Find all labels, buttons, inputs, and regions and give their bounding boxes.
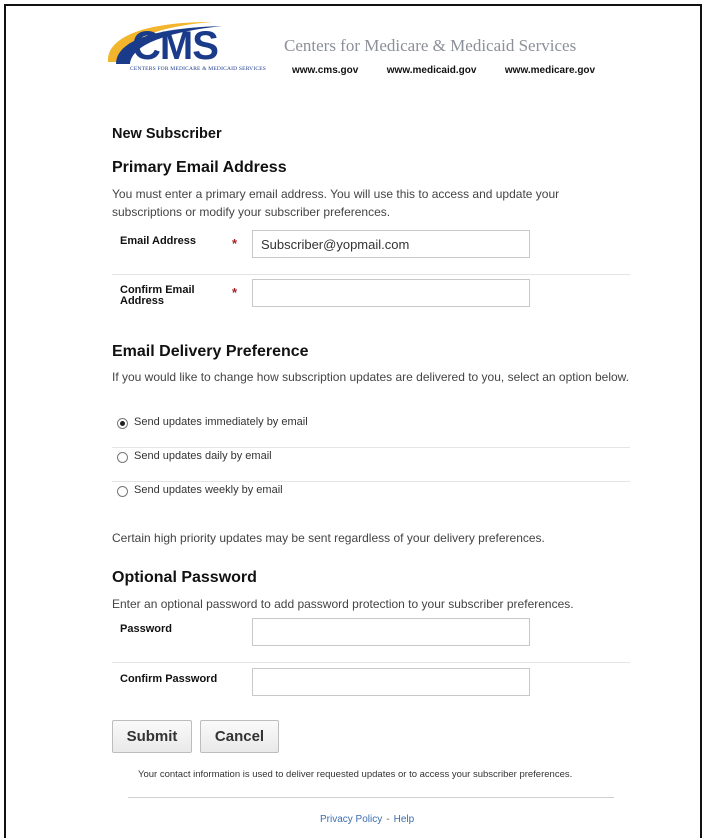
- confirm-email-row: Confirm Email Address *: [112, 279, 630, 323]
- required-marker: *: [232, 236, 238, 251]
- radio-label: Send updates weekly by email: [134, 484, 283, 496]
- email-row: Email Address *: [112, 230, 630, 275]
- link-cms-gov[interactable]: www.cms.gov: [292, 65, 358, 76]
- password-description: Enter an optional password to add passwo…: [112, 597, 574, 611]
- radio-button[interactable]: [117, 486, 128, 497]
- primary-email-heading: Primary Email Address: [112, 159, 287, 176]
- site-header: CMS CENTERS FOR MEDICARE & MEDICAID SERV…: [102, 18, 622, 98]
- cms-logo[interactable]: CMS CENTERS FOR MEDICARE & MEDICAID SERV…: [102, 18, 278, 74]
- confirm-password-label: Confirm Password: [120, 673, 218, 685]
- confirm-email-label: Confirm Email Address: [120, 284, 195, 307]
- radio-option-immediately[interactable]: Send updates immediately by email: [112, 415, 630, 448]
- footer-links: Privacy Policy - Help: [320, 814, 414, 825]
- password-heading: Optional Password: [112, 569, 257, 586]
- radio-label: Send updates immediately by email: [134, 416, 308, 428]
- header-links: www.cms.gov www.medicaid.gov www.medicar…: [292, 60, 619, 78]
- primary-email-description: You must enter a primary email address. …: [112, 187, 560, 219]
- radio-button[interactable]: [117, 452, 128, 463]
- logo-wordmark: CMS: [132, 24, 219, 68]
- required-marker: *: [232, 285, 238, 300]
- password-label: Password: [120, 623, 172, 635]
- password-field[interactable]: [252, 618, 530, 646]
- delivery-note: Certain high priority updates may be sen…: [112, 531, 545, 545]
- radio-option-weekly[interactable]: Send updates weekly by email: [112, 483, 630, 515]
- delivery-description: If you would like to change how subscrip…: [112, 370, 629, 384]
- footer-note: Your contact information is used to deli…: [138, 769, 573, 780]
- help-link[interactable]: Help: [394, 814, 415, 825]
- radio-button[interactable]: [117, 418, 128, 429]
- footer-separator: -: [386, 814, 390, 825]
- submit-button[interactable]: Submit: [112, 720, 192, 753]
- footer-divider: [128, 797, 614, 798]
- delivery-heading: Email Delivery Preference: [112, 343, 309, 360]
- link-medicaid-gov[interactable]: www.medicaid.gov: [387, 65, 477, 76]
- logo-subtitle: CENTERS FOR MEDICARE & MEDICAID SERVICES: [130, 66, 267, 72]
- link-medicare-gov[interactable]: www.medicare.gov: [505, 65, 595, 76]
- confirm-password-row: Confirm Password: [112, 668, 630, 712]
- email-label: Email Address: [120, 235, 197, 247]
- cancel-button[interactable]: Cancel: [200, 720, 279, 753]
- confirm-password-field[interactable]: [252, 668, 530, 696]
- page-title: New Subscriber: [112, 126, 222, 142]
- confirm-email-field[interactable]: [252, 279, 530, 307]
- radio-label: Send updates daily by email: [134, 450, 272, 462]
- org-name: Centers for Medicare & Medicaid Services: [284, 36, 577, 55]
- radio-option-daily[interactable]: Send updates daily by email: [112, 449, 630, 482]
- privacy-policy-link[interactable]: Privacy Policy: [320, 814, 382, 825]
- email-field[interactable]: [252, 230, 530, 258]
- password-row: Password: [112, 618, 630, 663]
